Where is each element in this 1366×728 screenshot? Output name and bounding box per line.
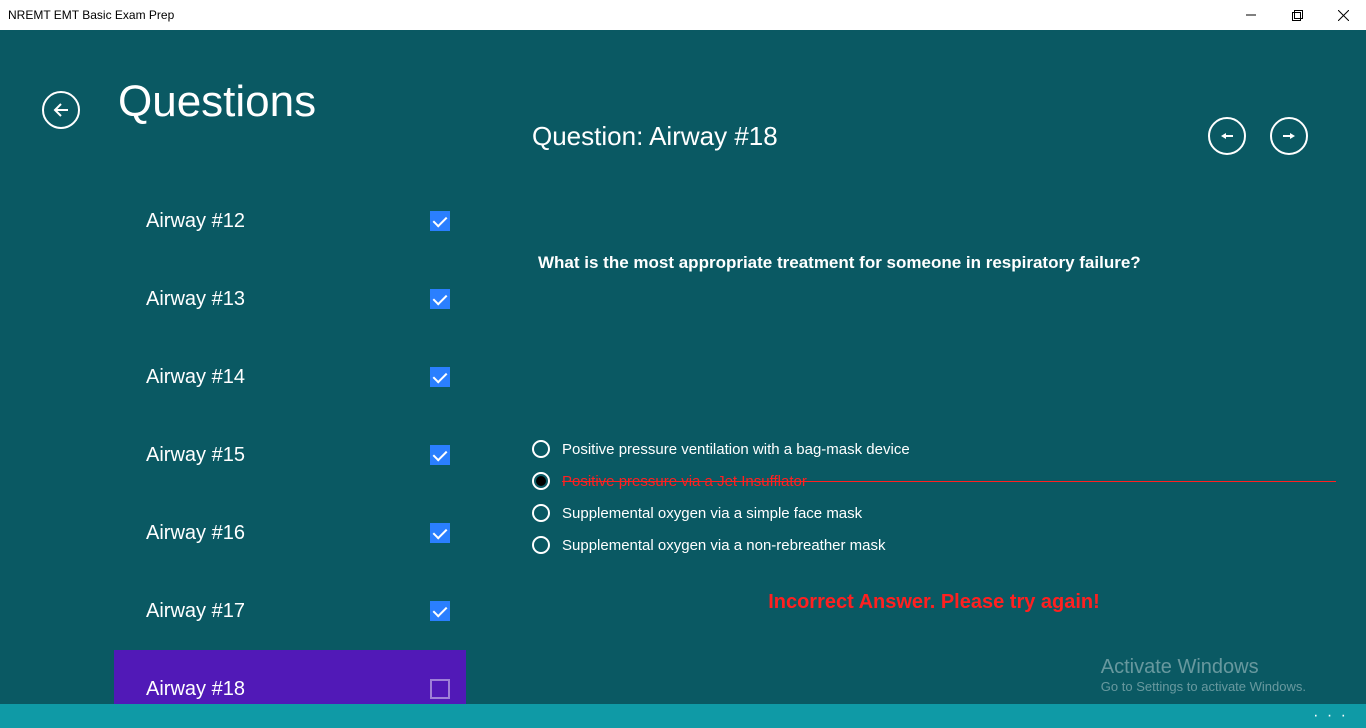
- checkmark-icon: [430, 289, 450, 309]
- sidebar-item-label: Airway #12: [146, 210, 245, 233]
- content-header: Question: Airway #18: [532, 117, 1336, 155]
- prev-question-button[interactable]: [1208, 117, 1246, 155]
- answer-option[interactable]: Positive pressure via a Jet Insufflator: [532, 465, 1336, 497]
- feedback-message: Incorrect Answer. Please try again!: [532, 591, 1336, 614]
- checkmark-icon: [430, 445, 450, 465]
- answer-text: Supplemental oxygen via a non-rebreather…: [562, 537, 886, 554]
- question-heading: Question: Airway #18: [532, 121, 778, 152]
- maximize-button[interactable]: [1274, 0, 1320, 30]
- arrow-left-icon: [52, 101, 70, 119]
- sidebar-item-question[interactable]: Airway #14: [114, 338, 466, 416]
- close-button[interactable]: [1320, 0, 1366, 30]
- back-button[interactable]: [42, 91, 80, 129]
- answer-option[interactable]: Supplemental oxygen via a simple face ma…: [532, 497, 1336, 529]
- sidebar-item-question[interactable]: Airway #12: [114, 182, 466, 260]
- checkmark-icon: [430, 523, 450, 543]
- question-nav: [1208, 117, 1308, 155]
- radio-button[interactable]: [532, 440, 550, 458]
- app-bar[interactable]: · · ·: [0, 704, 1366, 728]
- windows-activation-watermark: Activate Windows Go to Settings to activ…: [1101, 656, 1306, 694]
- minimize-button[interactable]: [1228, 0, 1274, 30]
- sidebar-item-label: Airway #13: [146, 288, 245, 311]
- radio-button[interactable]: [532, 536, 550, 554]
- sidebar-item-label: Airway #14: [146, 366, 245, 389]
- sidebar-item-label: Airway #16: [146, 522, 245, 545]
- checkbox-empty-icon: [430, 679, 450, 699]
- answer-option[interactable]: Positive pressure ventilation with a bag…: [532, 433, 1336, 465]
- content-area: Question: Airway #18 What is the most ap…: [532, 117, 1336, 614]
- question-text: What is the most appropriate treatment f…: [532, 253, 1336, 273]
- answer-text: Supplemental oxygen via a simple face ma…: [562, 505, 862, 522]
- window-title: NREMT EMT Basic Exam Prep: [8, 8, 174, 22]
- checkmark-icon: [430, 367, 450, 387]
- window-controls: [1228, 0, 1366, 30]
- radio-button[interactable]: [532, 504, 550, 522]
- answers-group: Positive pressure ventilation with a bag…: [532, 433, 1336, 561]
- question-list: Airway #12 Airway #13 Airway #14 Airway #15…: [114, 182, 466, 728]
- next-question-button[interactable]: [1270, 117, 1308, 155]
- window-titlebar: NREMT EMT Basic Exam Prep: [0, 0, 1366, 30]
- checkmark-icon: [430, 211, 450, 231]
- watermark-title: Activate Windows: [1101, 656, 1306, 679]
- app-body: Questions Airway #12 Airway #13 Airway #14…: [0, 30, 1366, 728]
- sidebar-item-label: Airway #15: [146, 444, 245, 467]
- answer-text: Positive pressure via a Jet Insufflator: [562, 473, 807, 490]
- watermark-sub: Go to Settings to activate Windows.: [1101, 679, 1306, 694]
- checkmark-icon: [430, 601, 450, 621]
- sidebar-item-label: Airway #17: [146, 600, 245, 623]
- answer-option[interactable]: Supplemental oxygen via a non-rebreather…: [532, 529, 1336, 561]
- hand-left-icon: [1221, 131, 1233, 141]
- sidebar-item-question[interactable]: Airway #15: [114, 416, 466, 494]
- sidebar-item-question[interactable]: Airway #13: [114, 260, 466, 338]
- sidebar-item-question[interactable]: Airway #17: [114, 572, 466, 650]
- sidebar-item-question[interactable]: Airway #16: [114, 494, 466, 572]
- answer-text: Positive pressure ventilation with a bag…: [562, 441, 910, 458]
- page-title: Questions: [118, 77, 316, 127]
- hand-right-icon: [1283, 131, 1295, 141]
- radio-button[interactable]: [532, 472, 550, 490]
- sidebar-item-label: Airway #18: [146, 678, 245, 701]
- more-icon[interactable]: · · ·: [1313, 707, 1348, 725]
